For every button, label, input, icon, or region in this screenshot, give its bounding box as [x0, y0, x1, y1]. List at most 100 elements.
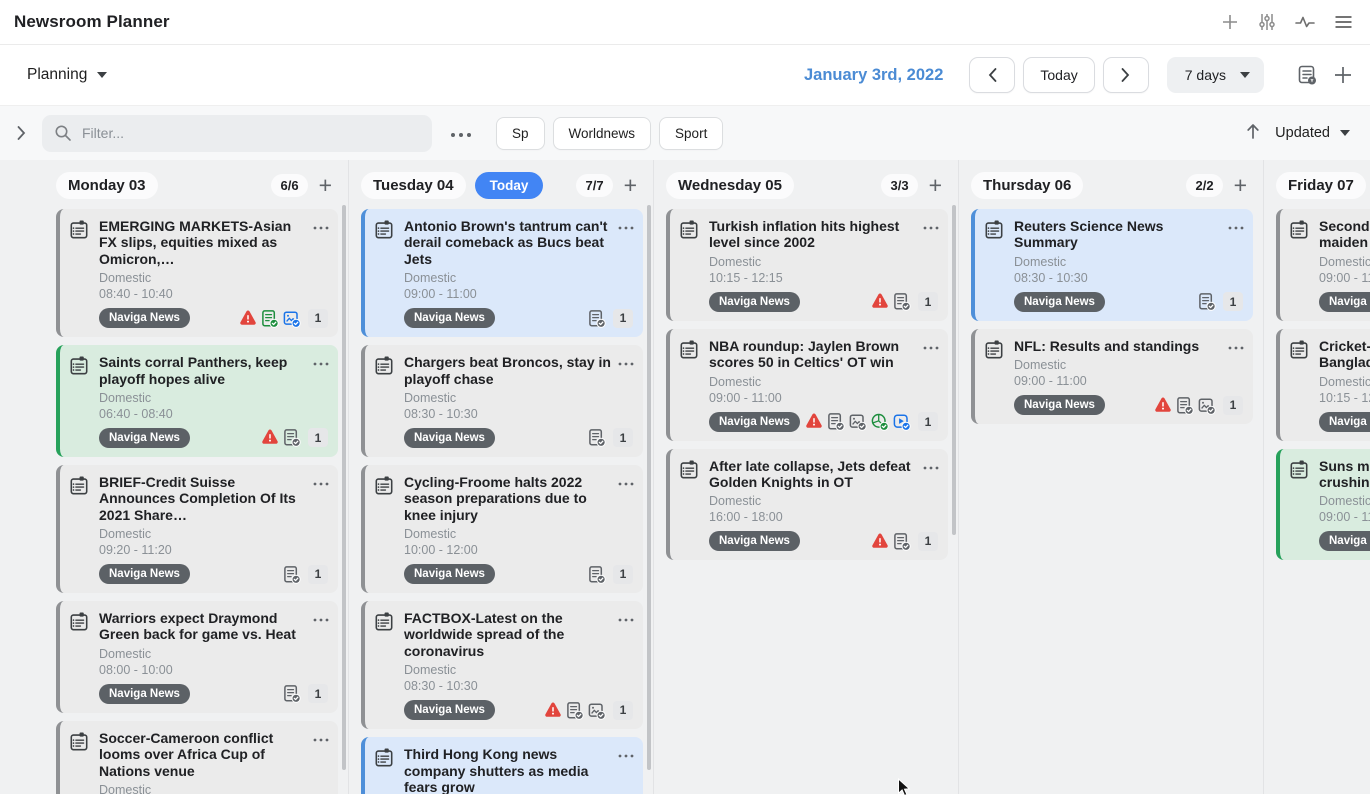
channel-badge: Naviga News — [709, 412, 800, 432]
story-type-icon — [983, 219, 1005, 241]
menu-icon[interactable] — [1333, 12, 1354, 32]
app-title: Newsroom Planner — [14, 12, 170, 32]
card-menu-button[interactable] — [311, 728, 331, 747]
prev-button[interactable] — [969, 57, 1015, 93]
card-menu-button[interactable] — [311, 608, 331, 627]
pie-green-icon — [870, 412, 889, 431]
ellipsis-icon — [313, 618, 329, 622]
alert-red-icon — [870, 532, 889, 551]
filters-icon[interactable] — [1257, 12, 1277, 32]
card-menu-button[interactable] — [616, 352, 636, 371]
card-menu-button[interactable] — [616, 472, 636, 491]
story-card[interactable]: Turkish inflation hits highest level sin… — [666, 209, 948, 321]
story-type-icon — [373, 219, 395, 241]
alert-red-icon — [870, 292, 889, 311]
saved-views-icon[interactable] — [1296, 64, 1318, 86]
add-story-button[interactable]: + — [1232, 174, 1249, 197]
story-type-icon — [373, 475, 395, 497]
story-card[interactable]: BRIEF-Credit Suisse Announces Completion… — [56, 465, 338, 593]
card-menu-button[interactable] — [311, 216, 331, 235]
channel-badge: Naviga News — [1014, 395, 1105, 415]
story-time: 09:00 - 11:00 — [709, 391, 938, 405]
story-type-icon — [1288, 219, 1310, 241]
today-button[interactable]: Today — [1023, 57, 1094, 93]
sort-direction-button[interactable] — [1245, 123, 1261, 143]
story-card[interactable]: Saints corral Panthers, keep playoff hop… — [56, 345, 338, 457]
card-menu-button[interactable] — [921, 456, 941, 475]
sort-by-selector[interactable]: Updated — [1275, 125, 1350, 141]
story-card[interactable]: Antonio Brown's tantrum can't derail com… — [361, 209, 643, 337]
story-card[interactable]: Cycling-Froome halts 2022 season prepara… — [361, 465, 643, 593]
today-badge: Today — [475, 172, 544, 199]
story-card[interactable]: Reuters Science News Summary Domestic 08… — [971, 209, 1253, 321]
story-card[interactable]: After late collapse, Jets defeat Golden … — [666, 449, 948, 561]
card-menu-button[interactable] — [1226, 336, 1246, 355]
story-title: NBA roundup: Jaylen Brown scores 50 in C… — [709, 338, 938, 371]
filter-input[interactable] — [82, 125, 420, 141]
ellipsis-icon — [1228, 226, 1244, 230]
card-menu-button[interactable] — [921, 336, 941, 355]
chevron-left-icon — [988, 68, 997, 82]
add-event-icon[interactable] — [1332, 64, 1354, 86]
activity-icon[interactable] — [1294, 12, 1316, 32]
column-scrollbar[interactable] — [342, 205, 346, 770]
add-story-button[interactable]: + — [317, 174, 334, 197]
card-menu-button[interactable] — [311, 472, 331, 491]
story-card[interactable]: Chargers beat Broncos, stay in playoff c… — [361, 345, 643, 457]
story-time: 08:00 - 10:00 — [99, 663, 328, 677]
filter-search[interactable] — [42, 115, 432, 152]
range-selector[interactable]: 7 days — [1167, 57, 1264, 93]
story-title: Chargers beat Broncos, stay in playoff c… — [404, 354, 633, 387]
card-menu-button[interactable] — [616, 216, 636, 235]
card-menu-button[interactable] — [311, 352, 331, 371]
card-menu-button[interactable] — [921, 216, 941, 235]
channel-badge: Naviga News — [709, 292, 800, 312]
channel-badge: Naviga News — [1319, 412, 1370, 432]
board-column: Wednesday 05 3/3 + Turkish inflation hit… — [654, 160, 959, 794]
story-category: Domestic — [709, 375, 938, 389]
column-cards: Antonio Brown's tantrum can't derail com… — [349, 209, 653, 794]
expand-sidebar-button[interactable] — [0, 106, 42, 160]
story-card[interactable]: Warriors expect Draymond Green back for … — [56, 601, 338, 713]
story-card[interactable]: Soccer-Cameroon conflict looms over Afri… — [56, 721, 338, 794]
story-type-icon — [678, 339, 700, 361]
story-category: Domestic — [99, 647, 328, 661]
story-card[interactable]: NFL: Results and standings Domestic 09:0… — [971, 329, 1253, 424]
story-type-icon — [373, 611, 395, 633]
range-label: 7 days — [1185, 67, 1226, 83]
filter-chip-sport[interactable]: Sport — [659, 117, 723, 150]
add-story-button[interactable]: + — [927, 174, 944, 197]
column-scrollbar[interactable] — [952, 205, 956, 535]
story-title: Suns move crushing H — [1319, 458, 1370, 491]
story-card[interactable]: Suns move crushing H Domestic 09:00 - 11… — [1276, 449, 1370, 561]
story-card[interactable]: Second-ra maiden Sla Domestic 09:00 - 11… — [1276, 209, 1370, 321]
story-card[interactable]: Third Hong Kong news company shutters as… — [361, 737, 643, 794]
view-selector[interactable]: Planning — [27, 66, 107, 84]
story-card[interactable]: FACTBOX-Latest on the worldwide spread o… — [361, 601, 643, 729]
add-story-button[interactable]: + — [622, 174, 639, 197]
next-button[interactable] — [1103, 57, 1149, 93]
story-time: 09:00 - 11:00 — [1319, 271, 1370, 285]
story-type-icon — [1288, 339, 1310, 361]
more-filters-button[interactable] — [444, 120, 478, 147]
current-date[interactable]: January 3rd, 2022 — [804, 66, 943, 85]
version-count-badge: 1 — [918, 292, 938, 311]
card-menu-button[interactable] — [1226, 216, 1246, 235]
card-menu-button[interactable] — [616, 744, 636, 763]
column-day-label: Monday 03 — [56, 172, 158, 199]
story-card[interactable]: Cricket-Lit Banglades Domestic 10:15 - 1… — [1276, 329, 1370, 441]
search-icon — [54, 124, 72, 142]
story-type-icon — [1288, 459, 1310, 481]
story-time: 10:15 - 12:15 — [1319, 391, 1370, 405]
story-category: Domestic — [99, 527, 328, 541]
add-icon[interactable] — [1220, 12, 1240, 32]
story-time: 10:15 - 12:15 — [709, 271, 938, 285]
card-menu-button[interactable] — [616, 608, 636, 627]
story-title: Antonio Brown's tantrum can't derail com… — [404, 218, 633, 267]
column-cards: Turkish inflation hits highest level sin… — [654, 209, 958, 570]
filter-chip-sp[interactable]: Sp — [496, 117, 545, 150]
column-scrollbar[interactable] — [647, 205, 651, 770]
story-card[interactable]: NBA roundup: Jaylen Brown scores 50 in C… — [666, 329, 948, 441]
filter-chip-worldnews[interactable]: Worldnews — [553, 117, 652, 150]
story-card[interactable]: EMERGING MARKETS-Asian FX slips, equitie… — [56, 209, 338, 337]
